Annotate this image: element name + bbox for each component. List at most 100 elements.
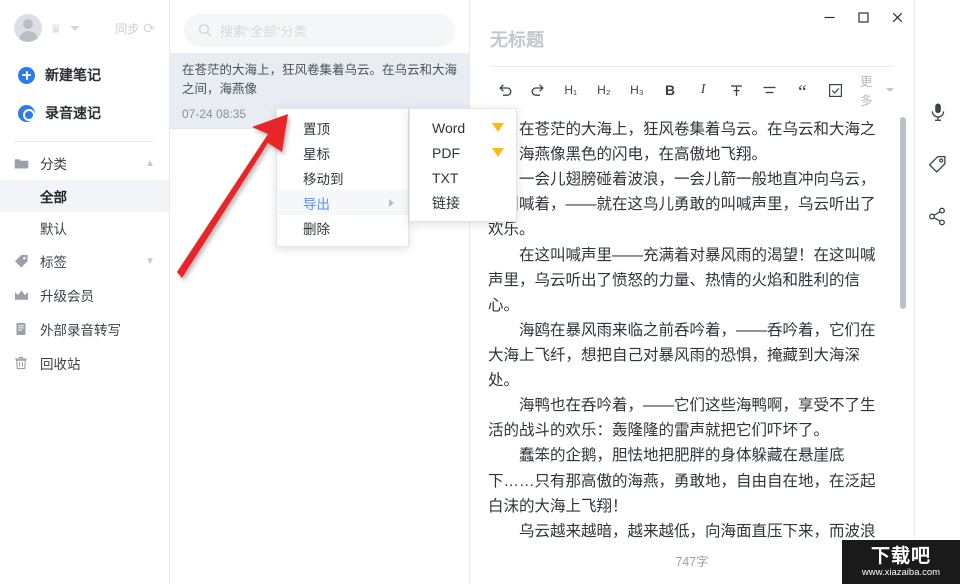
search-wrapper: 搜索“全部”分类 <box>170 0 469 53</box>
note-preview-text: 在苍茫的大海上，狂风卷集着乌云。在乌云和大海之间，海燕像 <box>182 63 457 96</box>
editor-paragraph: 在苍茫的大海上，狂风卷集着乌云。在乌云和大海之间，海燕像黑色的闪电，在高傲地飞翔… <box>488 121 876 164</box>
sidebar-group-tags[interactable]: 标签 ▼ <box>0 244 169 278</box>
minimize-button[interactable] <box>812 0 846 34</box>
plus-circle-icon <box>18 66 35 84</box>
heading1-icon[interactable]: H₁ <box>556 75 585 105</box>
sidebar-item-external-transcribe-label: 外部录音转写 <box>40 323 121 338</box>
export-submenu-item-link[interactable]: 链接 <box>410 190 516 215</box>
sidebar-item-upgrade-member-label: 升级会员 <box>40 289 94 304</box>
sidebar-item-all[interactable]: 全部 <box>0 180 169 212</box>
share-icon[interactable] <box>926 204 950 228</box>
checkbox-icon[interactable] <box>821 75 850 105</box>
context-menu-item-pin-label: 置顶 <box>303 121 330 137</box>
context-menu-item-move-to[interactable]: 移动到 <box>277 165 408 190</box>
export-submenu-item-txt[interactable]: TXT <box>410 165 516 190</box>
editor-paragraph: 一会儿翅膀碰着波浪，一会儿箭一般地直冲向乌云，它叫喊着，——就在这鸟儿勇敢的叫喊… <box>488 171 876 239</box>
export-submenu-item-word-label: Word <box>432 119 466 136</box>
more-tools-label: 更多 <box>860 75 873 108</box>
sidebar-divider <box>14 141 155 142</box>
sidebar-item-recycle-bin-label: 回收站 <box>40 357 81 372</box>
close-button[interactable] <box>880 0 914 34</box>
folder-icon <box>14 157 32 170</box>
more-tools-button[interactable]: 更多 <box>860 71 894 109</box>
app-window: ♛ 同步 ⟳ 新建笔记 录音速记 分类 ▲ 全部 默认 标签 ▼ 升级会员 外部… <box>0 0 960 584</box>
undo-icon[interactable] <box>490 75 519 105</box>
record-circle-icon <box>18 104 35 122</box>
export-submenu-item-link-label: 链接 <box>432 194 460 211</box>
maximize-button[interactable] <box>846 0 880 34</box>
new-note-label: 新建笔记 <box>45 67 101 83</box>
export-submenu-item-word[interactable]: Word <box>410 115 516 140</box>
search-icon <box>198 23 212 39</box>
search-placeholder: 搜索“全部”分类 <box>220 24 307 39</box>
bold-icon[interactable]: B <box>655 75 684 105</box>
account-row[interactable]: ♛ 同步 ⟳ <box>0 0 169 56</box>
sidebar-item-default[interactable]: 默认 <box>0 212 169 244</box>
watermark-logo: 下载吧 <box>870 545 931 567</box>
context-menu-item-delete[interactable]: 删除 <box>277 215 408 240</box>
watermark-url: www.xiazaiba.com <box>861 566 941 578</box>
note-list-panel: 搜索“全部”分类 在苍茫的大海上，狂风卷集着乌云。在乌云和大海之间，海燕像 07… <box>170 0 470 584</box>
vip-diamond-icon <box>492 148 504 157</box>
quick-record-label: 录音速记 <box>45 105 101 121</box>
context-menu-item-move-to-label: 移动到 <box>303 171 344 187</box>
right-rail <box>914 0 960 584</box>
quote-icon[interactable]: “ <box>788 75 817 105</box>
sync-refresh-icon[interactable]: ⟳ <box>143 21 155 35</box>
context-menu-item-star[interactable]: 星标 <box>277 140 408 165</box>
context-menu: 置顶 星标 移动到 导出 删除 <box>276 108 409 247</box>
sync-button[interactable]: 同步 ⟳ <box>115 20 155 37</box>
microphone-icon[interactable] <box>926 100 950 124</box>
vip-diamond-icon <box>492 123 504 132</box>
avatar[interactable] <box>14 14 42 42</box>
sidebar-item-new-note[interactable]: 新建笔记 <box>0 56 169 94</box>
chevron-up-icon[interactable]: ▲ <box>145 158 155 169</box>
export-submenu-item-txt-label: TXT <box>432 169 459 186</box>
list-icon[interactable] <box>755 75 784 105</box>
sidebar-item-default-label: 默认 <box>40 222 67 237</box>
search-input[interactable]: 搜索“全部”分类 <box>184 14 455 47</box>
editor-toolbar: H₁ H₂ H₃ B I “ 更多 <box>490 66 894 109</box>
editor-body[interactable]: 在苍茫的大海上，狂风卷集着乌云。在乌云和大海之间，海燕像黑色的闪电，在高傲地飞翔… <box>470 109 914 545</box>
context-menu-item-export-label: 导出 <box>303 196 330 212</box>
sidebar-group-category[interactable]: 分类 ▲ <box>0 146 169 180</box>
context-menu-item-pin[interactable]: 置顶 <box>277 115 408 140</box>
export-submenu-item-pdf[interactable]: PDF <box>410 140 516 165</box>
chevron-down-icon <box>885 88 894 92</box>
editor-paragraph: 乌云越来越暗，越来越低，向海面直压下来，而波浪一边歌唱，一边冲向高空，去迎接那雷… <box>519 522 876 540</box>
context-menu-item-delete-label: 删除 <box>303 221 330 237</box>
tag-icon[interactable] <box>926 152 950 176</box>
trash-icon <box>14 356 32 370</box>
chevron-right-icon <box>389 198 394 207</box>
strikethrough-icon[interactable] <box>722 75 751 105</box>
chevron-down-icon-tags[interactable]: ▼ <box>145 256 155 267</box>
sync-label: 同步 <box>115 21 140 36</box>
editor-panel: 无标题 H₁ H₂ H₃ B I “ 更多 在苍茫的大海上，狂风卷集着乌云。在乌… <box>470 0 914 584</box>
window-controls <box>812 0 914 34</box>
editor-scrollbar[interactable] <box>900 117 906 309</box>
sidebar-item-quick-record[interactable]: 录音速记 <box>0 94 169 132</box>
sidebar-item-recycle-bin[interactable]: 回收站 <box>0 346 169 380</box>
tag-icon <box>14 254 32 268</box>
heading3-icon[interactable]: H₃ <box>622 75 651 105</box>
redo-icon[interactable] <box>523 75 552 105</box>
context-menu-item-export[interactable]: 导出 <box>277 190 408 215</box>
watermark: 下载吧 www.xiazaiba.com <box>842 540 960 584</box>
editor-paragraph: 海鸥在暴风雨来临之前呑吟着，——呑吟着，它们在大海上飞纤，想把自己对暴风雨的恐惧… <box>488 321 876 390</box>
export-submenu-item-pdf-label: PDF <box>432 144 460 161</box>
editor-paragraph: 海鸭也在呑吟着，——它们这些海鸭啊，享受不了生活的战斗的欢乐：轰隆隆的雷声就把它… <box>488 397 876 440</box>
sidebar: ♛ 同步 ⟳ 新建笔记 录音速记 分类 ▲ 全部 默认 标签 ▼ 升级会员 外部… <box>0 0 170 584</box>
italic-icon[interactable]: I <box>689 75 718 105</box>
sidebar-item-all-label: 全部 <box>40 190 67 205</box>
sidebar-group-category-label: 分类 <box>40 157 67 172</box>
chevron-down-icon[interactable] <box>69 25 80 31</box>
editor-paragraph: 蠢笨的企鹅，胆怯地把肥胖的身体躲藏在悬崖底下……只有那高傲的海燕，勇敢地，自由自… <box>488 447 876 515</box>
sidebar-group-tags-label: 标签 <box>40 255 67 270</box>
editor-paragraph: 在这叫喊声里——充满着对暴风雨的渴望！在这叫喊声里，乌云听出了愤怒的力量、热情的… <box>488 246 876 314</box>
sidebar-item-upgrade-member[interactable]: 升级会员 <box>0 278 169 312</box>
heading2-icon[interactable]: H₂ <box>589 75 618 105</box>
crown-icon[interactable]: ♛ <box>50 22 62 35</box>
sidebar-item-external-transcribe[interactable]: 外部录音转写 <box>0 312 169 346</box>
audio-transcribe-icon <box>14 322 32 336</box>
context-menu-item-star-label: 星标 <box>303 146 330 162</box>
